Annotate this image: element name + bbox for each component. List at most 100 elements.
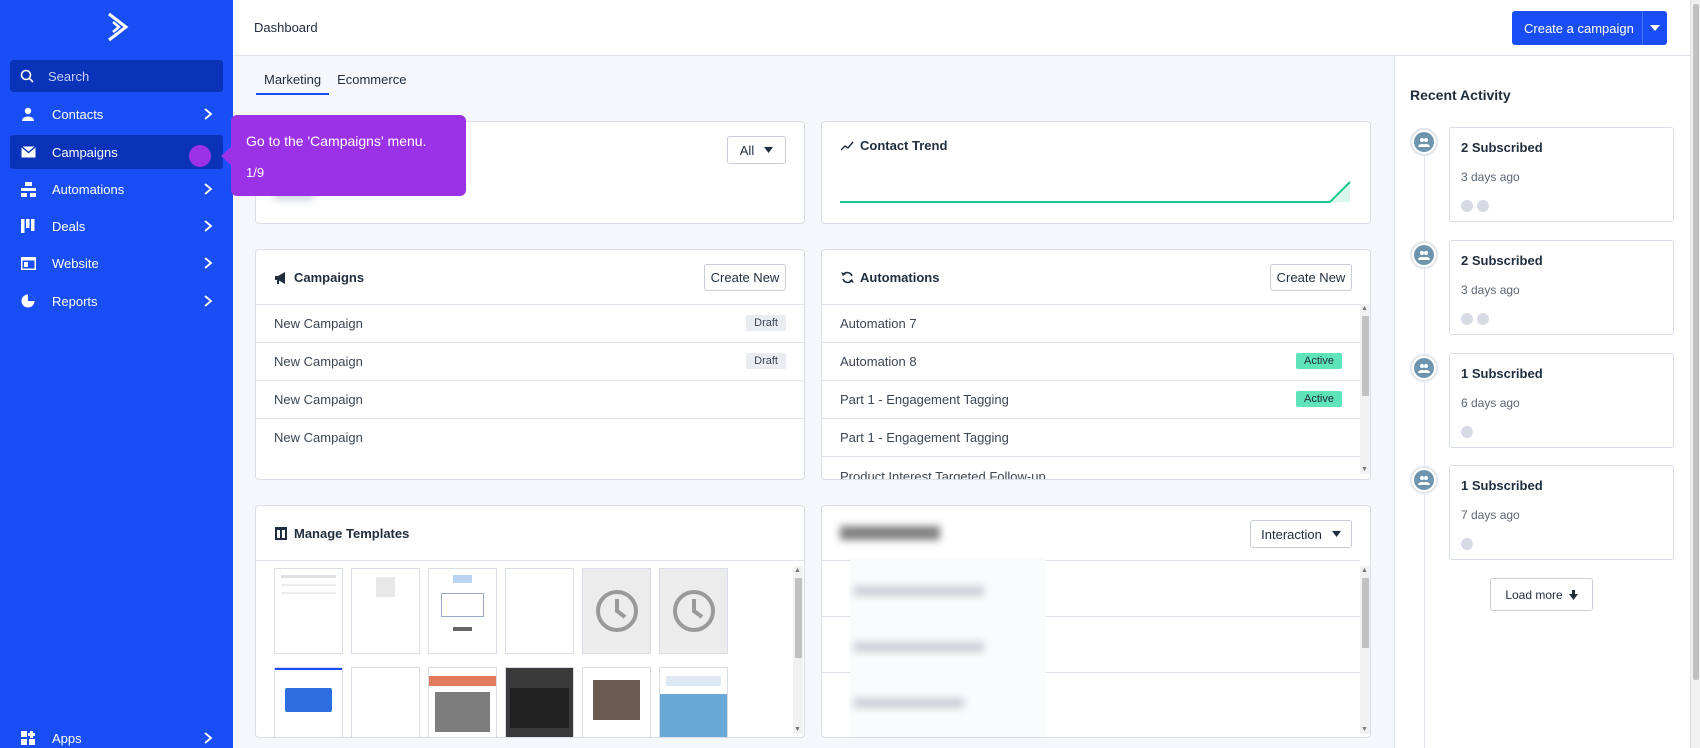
contacts-sort-select[interactable]: Interaction [1250, 520, 1352, 548]
campaigns-create-new-button[interactable]: Create New [704, 264, 786, 291]
campaigns-card: Campaigns Create New New Campaign Draft … [255, 249, 805, 480]
sidebar-item-apps[interactable]: Apps [10, 721, 223, 748]
tab-ecommerce[interactable]: Ecommerce [329, 72, 414, 95]
table-row[interactable]: New Campaign Draft [256, 342, 804, 380]
guide-tooltip-text: Go to the 'Campaigns' menu. [246, 133, 427, 149]
envelope-icon [20, 144, 36, 160]
status-badge: Active [1296, 353, 1342, 369]
table-row[interactable]: Automation 7 [822, 304, 1360, 342]
activity-time: 7 days ago [1461, 508, 1520, 522]
automations-create-new-button[interactable]: Create New [1270, 264, 1352, 291]
table-row[interactable]: Part 1 - Engagement Tagging Active [822, 380, 1360, 418]
templates-label: Manage Templates [294, 526, 410, 541]
create-campaign-button[interactable]: Create a campaign [1512, 11, 1667, 45]
automations-scrollbar[interactable]: ▲ ▼ [1360, 304, 1370, 474]
scrollbar-thumb[interactable] [1693, 4, 1699, 680]
tab-marketing[interactable]: Marketing [256, 72, 330, 95]
person-avatar-icon[interactable] [1477, 200, 1489, 212]
status-badge: Draft [746, 353, 786, 369]
person-avatar-icon[interactable] [1461, 200, 1473, 212]
sidebar-item-reports[interactable]: Reports [10, 284, 223, 318]
load-more-button[interactable]: Load more [1490, 578, 1593, 611]
sidebar-item-label: Reports [52, 293, 98, 309]
page-scrollbar[interactable] [1690, 0, 1700, 748]
template-thumbnail[interactable] [582, 667, 651, 737]
sidebar-item-website[interactable]: Website [10, 246, 223, 280]
contact-trend-title: Contact Trend [840, 138, 947, 153]
template-icon [274, 527, 288, 541]
scrollbar-thumb[interactable] [1362, 578, 1369, 648]
person-avatar-icon[interactable] [1461, 426, 1473, 438]
create-campaign-dropdown[interactable] [1642, 11, 1667, 45]
status-badge: Active [1296, 391, 1342, 407]
scrollbar-thumb[interactable] [795, 578, 802, 658]
activity-card[interactable]: 2 Subscribed 3 days ago [1449, 127, 1674, 222]
search-input[interactable]: Search [10, 60, 223, 92]
guide-hotspot[interactable] [189, 145, 211, 167]
sidebar-item-label: Deals [52, 218, 86, 234]
refresh-icon [840, 271, 854, 285]
table-row[interactable]: Product Interest Targeted Follow-up [822, 456, 1360, 479]
contact-group-avatar [1410, 241, 1438, 269]
sidebar-item-automations[interactable]: Automations [10, 172, 223, 206]
page-title: Dashboard [254, 20, 318, 35]
template-thumbnail[interactable] [351, 667, 420, 737]
person-icon [20, 106, 36, 122]
contact-trend-sparkline [840, 181, 1351, 203]
sidebar-item-contacts[interactable]: Contacts [10, 97, 223, 131]
deals-icon [20, 218, 36, 234]
activecampaign-logo[interactable] [104, 12, 132, 42]
activity-time: 3 days ago [1461, 170, 1520, 184]
contact-group-avatar [1410, 466, 1438, 494]
template-thumbnail[interactable] [428, 667, 497, 737]
recent-activity-panel: Recent Activity 2 Subscribed 3 days ago … [1394, 56, 1690, 748]
template-thumbnail[interactable] [274, 667, 343, 737]
template-thumbnail-loading[interactable] [659, 568, 728, 654]
campaign-name: New Campaign [274, 354, 363, 369]
template-thumbnail[interactable] [505, 667, 574, 737]
activity-card[interactable]: 1 Subscribed 7 days ago [1449, 465, 1674, 560]
sidebar-item-label: Contacts [52, 106, 104, 122]
automation-name: Automation 8 [840, 354, 917, 369]
activity-head: 2 Subscribed [1461, 140, 1543, 155]
top-bar: Dashboard Create a campaign [233, 0, 1690, 56]
table-row[interactable]: Automation 8 Active [822, 342, 1360, 380]
template-thumbnail[interactable] [351, 568, 420, 654]
activity-card[interactable]: 1 Subscribed 6 days ago [1449, 353, 1674, 448]
activity-people [1461, 200, 1489, 212]
contacts-scrollbar[interactable]: ▲ ▼ [1360, 566, 1370, 734]
recent-activity-title: Recent Activity [1410, 87, 1511, 103]
filter-select[interactable]: All [727, 136, 786, 164]
sidebar-item-deals[interactable]: Deals [10, 209, 223, 243]
scrollbar-thumb[interactable] [1362, 316, 1369, 396]
chevron-right-icon [204, 295, 213, 307]
templates-scrollbar[interactable]: ▲ ▼ [793, 566, 803, 734]
automations-label: Automations [860, 270, 940, 285]
table-row[interactable]: Part 1 - Engagement Tagging [822, 418, 1360, 456]
contact-group-avatar [1410, 128, 1438, 156]
template-thumbnail[interactable] [505, 568, 574, 654]
table-row[interactable]: New Campaign Draft [256, 304, 804, 342]
activity-card[interactable]: 2 Subscribed 3 days ago [1449, 240, 1674, 335]
person-avatar-icon[interactable] [1461, 313, 1473, 325]
timeline-line [1424, 140, 1425, 748]
activity-people [1461, 313, 1489, 325]
person-avatar-icon[interactable] [1461, 538, 1473, 550]
pie-chart-icon [20, 293, 36, 309]
person-avatar-icon[interactable] [1477, 313, 1489, 325]
template-thumbnail[interactable] [659, 667, 728, 737]
automation-name: Automation 7 [840, 316, 917, 331]
template-thumbnail[interactable] [428, 568, 497, 654]
table-row[interactable]: New Campaign [256, 380, 804, 418]
guide-tooltip-step: 1/9 [246, 165, 265, 180]
template-thumbnail-loading[interactable] [582, 568, 651, 654]
template-thumbnail[interactable] [274, 568, 343, 654]
automations-title: Automations [840, 270, 939, 285]
activity-head: 1 Subscribed [1461, 366, 1543, 381]
search-icon [20, 69, 34, 83]
contacts-sort-value: Interaction [1261, 526, 1322, 542]
activity-head: 2 Subscribed [1461, 253, 1543, 268]
dashboard-tabs: Marketing Ecommerce [256, 72, 414, 95]
table-row[interactable]: New Campaign [256, 418, 804, 456]
clock-icon [595, 590, 638, 632]
